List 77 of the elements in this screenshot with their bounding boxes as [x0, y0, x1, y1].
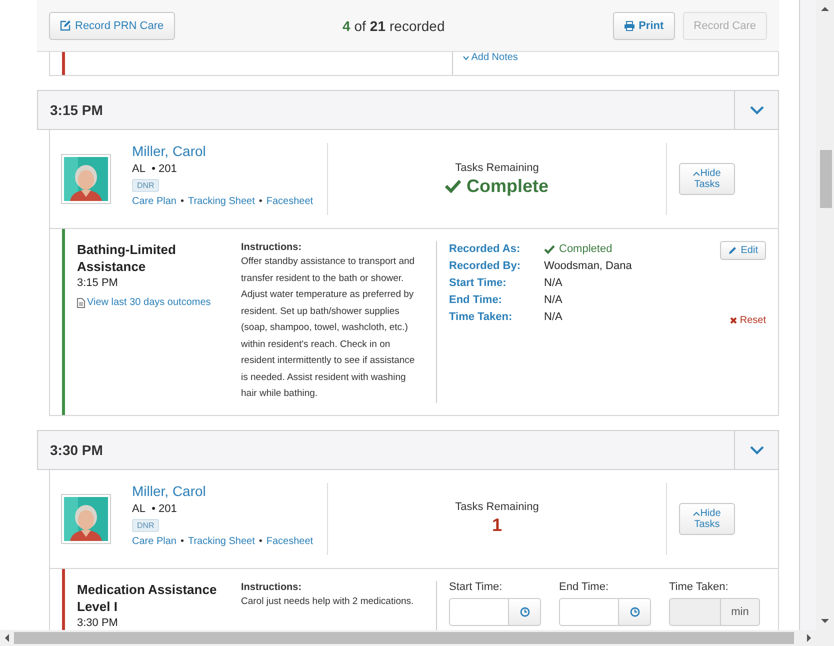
resident-link[interactable]: Tracking Sheet: [188, 536, 255, 546]
field-label: End Time:: [449, 293, 503, 308]
check-icon: [544, 244, 555, 254]
edit-button[interactable]: Edit: [720, 241, 766, 260]
field-value: N/A: [544, 276, 564, 291]
resident-link[interactable]: Care Plan: [132, 196, 176, 207]
hide-tasks-button[interactable]: Hide Tasks: [679, 502, 735, 534]
task-title: Medication Assistance Level I: [77, 580, 217, 614]
resident-link[interactable]: Tracking Sheet: [188, 196, 255, 207]
field-label: Recorded By:: [449, 259, 522, 274]
resident-link[interactable]: Facesheet: [266, 196, 314, 207]
time-input-field[interactable]: [559, 598, 619, 626]
history-link[interactable]: View last 30 days outcomes: [77, 297, 217, 308]
field-value: N/A: [544, 293, 564, 308]
task-title: Bathing-Limited Assistance: [77, 241, 177, 275]
clock-icon: [630, 606, 640, 616]
instructions-label: Instructions:: [241, 241, 303, 254]
scroll-down-icon[interactable]: [821, 618, 829, 624]
check-icon: [445, 179, 462, 193]
field-label: Start Time:: [449, 276, 508, 291]
resident-link[interactable]: Care Plan: [132, 536, 176, 546]
resident-unit-room: AL • 201: [132, 163, 178, 175]
scroll-right-icon[interactable]: [806, 634, 812, 642]
horizontal-scrollbar[interactable]: [0, 630, 834, 646]
tasks-remaining-label: Tasks Remaining: [455, 162, 539, 174]
field-label: Recorded As:: [449, 242, 522, 257]
task-time: 3:30 PM: [77, 616, 119, 628]
clock-button[interactable]: [619, 598, 651, 626]
dnr-tag: DNR: [132, 518, 160, 532]
scrollbar-thumb[interactable]: [14, 632, 794, 644]
print-button[interactable]: Print: [612, 12, 675, 40]
bullet-separator: •: [180, 196, 184, 207]
tasks-complete-status: Complete: [445, 176, 548, 196]
recorded-summary: 4 of 21 recorded: [341, 18, 446, 34]
clock-icon: [520, 606, 530, 616]
caret-down-icon: [463, 56, 469, 60]
record-prn-care-button[interactable]: Record PRN Care: [49, 12, 175, 40]
resident-link[interactable]: Facesheet: [266, 536, 314, 546]
tasks-remaining-count: 1: [492, 515, 502, 536]
unit-label: min: [721, 598, 760, 626]
instructions-text: Carol just needs help with 2 medications.: [241, 594, 415, 608]
x-icon: [730, 317, 737, 324]
scrollbar-thumb[interactable]: [820, 150, 832, 208]
time-input-field[interactable]: [449, 598, 509, 626]
clock-button[interactable]: [509, 598, 541, 626]
field-value: Woodsman, Dana: [544, 259, 633, 274]
edit-icon: [60, 20, 71, 31]
time-slot-label: 3:30 PM: [49, 442, 104, 458]
caret-up-icon: [693, 512, 700, 516]
hide-tasks-button[interactable]: Hide Tasks: [679, 163, 735, 195]
resident-unit-room: AL • 201: [132, 502, 178, 514]
tasks-remaining-label: Tasks Remaining: [455, 501, 539, 513]
pencil-icon: [728, 246, 737, 255]
scroll-left-icon[interactable]: [4, 634, 10, 642]
field-label: End Time:: [559, 580, 610, 592]
resident-name-link[interactable]: Miller, Carol: [132, 482, 327, 498]
task-time: 3:15 PM: [77, 277, 119, 289]
time-slot-label: 3:15 PM: [49, 102, 104, 118]
bullet-separator: •: [258, 196, 262, 207]
caret-up-icon: [693, 172, 700, 176]
document-icon: [77, 298, 85, 308]
field-label: Time Taken:: [449, 310, 514, 325]
dnr-tag: DNR: [132, 179, 160, 192]
bullet-separator: •: [180, 536, 184, 546]
resident-name-link[interactable]: Miller, Carol: [132, 143, 327, 159]
bullet-separator: •: [258, 536, 262, 546]
scroll-up-icon[interactable]: [821, 6, 829, 12]
field-label: Start Time:: [449, 580, 504, 592]
vertical-scrollbar[interactable]: [816, 0, 834, 630]
reset-link[interactable]: Reset: [730, 315, 766, 326]
instructions-text: Offer standby assistance to transport and transfer resident to the bath or shower. Adjust water temperature as preferred by resident. Set up bath/shower supplies (soap, shampoo, towel, washcloth, etc.) within resident's reach. Check in on resident intermittently to see if assistance is needed. Assist resident with washing hair while bathing.: [241, 255, 416, 401]
field-label: Time Taken:: [669, 580, 730, 592]
field-value: N/A: [544, 310, 564, 325]
field-value: Completed: [544, 241, 720, 257]
printer-icon: [624, 20, 635, 30]
add-notes-link[interactable]: Add Notes: [463, 52, 518, 63]
instructions-label: Instructions:: [241, 580, 303, 594]
